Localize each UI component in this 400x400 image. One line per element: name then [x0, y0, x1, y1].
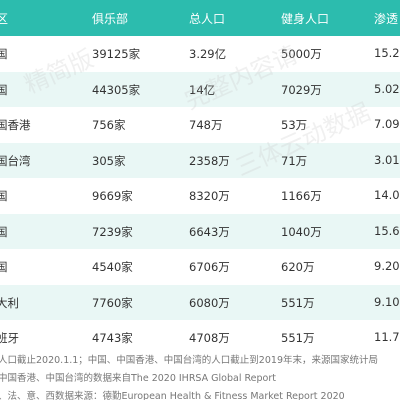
note-2: 中国香港、中国台湾的数据来自The 2020 IHRSA Global Repo… [0, 373, 276, 384]
cell-clubs: 9669家 [92, 189, 133, 203]
data-table: 区 俱乐部 总人口 健身人口 渗透 国 39125家 3.29亿 5000万 15.20… [0, 0, 400, 356]
table-header: 区 俱乐部 总人口 健身人口 渗透 [0, 0, 400, 36]
cell-population: 6643万 [189, 224, 230, 239]
cell-fitness-population: 620万 [281, 260, 315, 274]
cell-clubs: 7239家 [92, 224, 133, 239]
cell-penetration: 9.20 [374, 259, 400, 273]
cell-penetration: 14.00 [374, 188, 400, 202]
cell-fitness-population: 551万 [281, 331, 315, 345]
cell-fitness-population: 1040万 [281, 224, 322, 239]
cell-region: 国 [0, 47, 8, 61]
cell-penetration: 15.60 [374, 223, 400, 238]
cell-clubs: 44305家 [92, 82, 141, 97]
table-row: 国香港 756家 748万 53万 7.09 [0, 107, 400, 143]
cell-region: 国 [0, 189, 8, 203]
cell-region: 国香港 [0, 118, 31, 132]
cell-region: 国 [0, 260, 8, 274]
cell-region: 国 [0, 224, 8, 239]
cell-region: 国台湾 [0, 153, 31, 168]
cell-population: 4708万 [189, 331, 230, 345]
cell-fitness-population: 551万 [281, 295, 315, 310]
cell-clubs: 4540家 [92, 260, 133, 274]
header-region: 区 [0, 12, 9, 26]
cell-penetration: 11.70 [374, 330, 400, 344]
cell-penetration: 15.20 [374, 46, 400, 60]
cell-population: 6080万 [189, 295, 230, 310]
cell-clubs: 4743家 [92, 331, 133, 345]
cell-penetration: 5.02 [374, 81, 400, 96]
table-row: 国台湾 305家 2358万 71万 3.01 [0, 142, 400, 178]
table-row: 大利 7760家 6080万 551万 9.10 [0, 284, 400, 320]
cell-population: 6706万 [189, 260, 230, 274]
cell-clubs: 305家 [92, 153, 126, 168]
cell-fitness-population: 71万 [281, 153, 308, 168]
table-row: 国 9669家 8320万 1166万 14.00 [0, 178, 400, 214]
cell-region: 班牙 [0, 331, 19, 345]
cell-penetration: 7.09 [374, 117, 400, 131]
cell-fitness-population: 1166万 [281, 189, 322, 203]
cell-clubs: 39125家 [92, 47, 141, 61]
table-row: 国 44305家 14亿 7029万 5.02 [0, 71, 400, 107]
cell-clubs: 756家 [92, 118, 126, 132]
cell-population: 14亿 [189, 82, 216, 97]
table-row: 国 7239家 6643万 1040万 15.60 [0, 213, 400, 249]
table-row: 国 39125家 3.29亿 5000万 15.20 [0, 36, 400, 72]
cell-region: 国 [0, 82, 8, 97]
cell-population: 8320万 [189, 189, 230, 203]
cell-population: 748万 [189, 118, 223, 132]
header-clubs: 俱乐部 [92, 12, 129, 26]
cell-penetration: 9.10 [374, 294, 400, 309]
cell-population: 2358万 [189, 153, 230, 168]
header-penetration: 渗透 [374, 12, 399, 26]
cell-region: 大利 [0, 295, 19, 310]
cell-fitness-population: 5000万 [281, 47, 322, 61]
note-1: 人口截止2020.1.1；中国、中国香港、中国台湾的人口截止到2019年末，来源… [0, 355, 378, 366]
cell-penetration: 3.01 [374, 152, 400, 167]
cell-population: 3.29亿 [189, 47, 227, 61]
cell-fitness-population: 53万 [281, 118, 308, 132]
table-row: 国 4540家 6706万 620万 9.20 [0, 249, 400, 285]
cell-fitness-population: 7029万 [281, 82, 322, 97]
table-row: 班牙 4743家 4708万 551万 11.70 [0, 320, 400, 356]
header-population: 总人口 [189, 12, 226, 26]
note-3: 、法、意、西数据来源：德勤European Health & Fitness M… [0, 391, 345, 400]
cell-clubs: 7760家 [92, 295, 133, 310]
header-fitness-population: 健身人口 [281, 12, 330, 26]
